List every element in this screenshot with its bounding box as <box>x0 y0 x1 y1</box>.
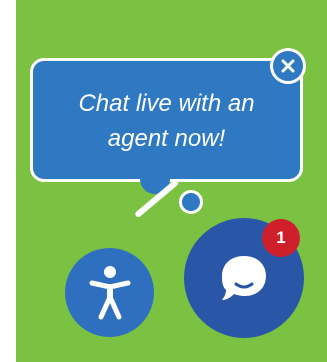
prompt-connector-dot <box>179 190 203 214</box>
unread-count-badge: 1 <box>262 219 300 257</box>
accessibility-button[interactable] <box>65 248 154 337</box>
close-icon <box>281 59 295 73</box>
close-prompt-button[interactable] <box>270 48 306 84</box>
chat-prompt-bubble[interactable]: Chat live with an agent now! <box>30 58 303 182</box>
chat-prompt-text: Chat live with an agent now! <box>78 90 255 152</box>
accessibility-icon <box>89 265 130 319</box>
chat-bubble-icon <box>222 256 266 300</box>
